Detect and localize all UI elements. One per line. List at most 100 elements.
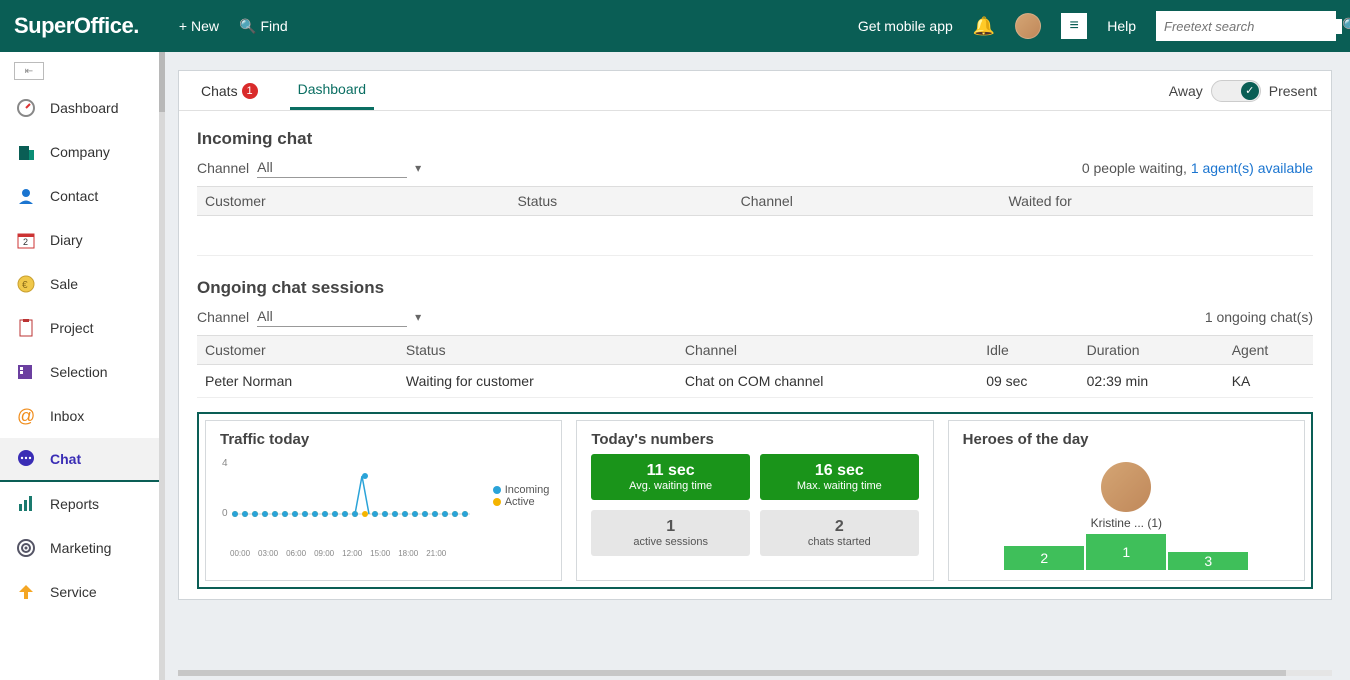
sidebar-item-label: Project (50, 320, 94, 336)
col-duration: Duration (1079, 336, 1224, 365)
cell-channel: Chat on COM channel (677, 365, 978, 398)
sidebar-item-dashboard[interactable]: Dashboard (0, 86, 159, 130)
tab-label: Dashboard (298, 81, 367, 97)
contact-icon (16, 186, 36, 206)
sidebar-item-label: Inbox (50, 408, 84, 424)
sidebar-item-chat[interactable]: Chat (0, 438, 159, 482)
col-channel: Channel (733, 187, 1001, 216)
sidebar: ⇤ Dashboard Company Contact 2 Diary €Sale… (0, 52, 160, 680)
cell-idle: 09 sec (978, 365, 1078, 398)
podium-1: 1 (1086, 534, 1166, 570)
sidebar-item-inbox[interactable]: @ Inbox (0, 394, 159, 438)
x-axis-ticks: 00:0003:0006:0009:0012:0015:0018:0021:00 (230, 549, 547, 558)
col-customer: Customer (197, 336, 398, 365)
col-channel: Channel (677, 336, 978, 365)
cell-duration: 02:39 min (1079, 365, 1224, 398)
reports-icon (16, 494, 36, 514)
sidebar-item-company[interactable]: Company (0, 130, 159, 174)
incoming-table: Customer Status Channel Waited for (197, 186, 1313, 256)
col-idle: Idle (978, 336, 1078, 365)
sidebar-item-label: Service (50, 584, 97, 600)
sale-icon: € (16, 274, 36, 294)
ongoing-table: Customer Status Channel Idle Duration Ag… (197, 335, 1313, 398)
new-button[interactable]: +New (179, 18, 219, 34)
sidebar-item-contact[interactable]: Contact (0, 174, 159, 218)
svg-text:4: 4 (222, 458, 228, 469)
mobile-app-link[interactable]: Get mobile app (858, 18, 953, 34)
company-icon (16, 142, 36, 162)
metric-chats-started: 2chats started (760, 510, 919, 556)
main-content: Chats1 Dashboard Away ✓ Present Incoming… (160, 52, 1350, 680)
col-agent: Agent (1224, 336, 1313, 365)
tab-dashboard[interactable]: Dashboard (290, 71, 375, 110)
sidebar-item-label: Marketing (50, 540, 111, 556)
marketing-icon (16, 538, 36, 558)
sidebar-item-sale[interactable]: €Sale (0, 262, 159, 306)
horizontal-scrollbar[interactable] (178, 670, 1332, 676)
chevron-down-icon[interactable]: ▾ (415, 161, 421, 175)
legend-dot-active (493, 498, 501, 506)
cell-status: Waiting for customer (398, 365, 677, 398)
card-numbers: Today's numbers 11 secAvg. waiting time … (576, 420, 933, 581)
sidebar-item-diary[interactable]: 2 Diary (0, 218, 159, 262)
agents-available-link[interactable]: 1 agent(s) available (1191, 160, 1313, 176)
presence-switch[interactable]: ✓ (1211, 80, 1261, 102)
sidebar-item-marketing[interactable]: Marketing (0, 526, 159, 570)
sidebar-item-service[interactable]: Service (0, 570, 159, 614)
legend-dot-incoming (493, 486, 501, 494)
traffic-chart-svg: 4 0 (220, 454, 480, 544)
chat-panel: Chats1 Dashboard Away ✓ Present Incoming… (178, 70, 1332, 600)
ongoing-count: 1 ongoing chat(s) (1205, 309, 1313, 325)
hero-avatar (1101, 462, 1151, 512)
channel-label: Channel (197, 160, 249, 176)
incoming-stats: 0 people waiting, 1 agent(s) available (1082, 160, 1313, 176)
ongoing-channel-row: Channel All ▾ 1 ongoing chat(s) (197, 306, 1313, 327)
sidebar-item-project[interactable]: Project (0, 306, 159, 350)
table-row[interactable]: Peter Norman Waiting for customer Chat o… (197, 365, 1313, 398)
search-input[interactable] (1164, 19, 1342, 34)
col-waited: Waited for (1000, 187, 1313, 216)
find-button[interactable]: 🔍Find (239, 18, 288, 35)
legend-label: Active (505, 496, 535, 508)
ongoing-title: Ongoing chat sessions (197, 278, 1313, 298)
selection-icon (16, 362, 36, 382)
metric-active-sessions: 1active sessions (591, 510, 750, 556)
incoming-channel-row: Channel All ▾ 0 people waiting, 1 agent(… (197, 157, 1313, 178)
help-link[interactable]: Help (1107, 18, 1136, 34)
svg-text:2: 2 (23, 237, 28, 247)
chevron-down-icon[interactable]: ▾ (415, 310, 421, 324)
legend-label: Incoming (505, 484, 550, 496)
service-icon (16, 582, 36, 602)
col-status: Status (509, 187, 732, 216)
svg-text:0: 0 (222, 508, 228, 519)
topbar: SuperOffice. +New 🔍Find Get mobile app 🔔… (0, 0, 1350, 52)
project-icon (16, 318, 36, 338)
incoming-channel-select[interactable]: All (257, 157, 407, 178)
podium-3: 3 (1168, 552, 1248, 570)
bell-icon[interactable]: 🔔 (973, 16, 995, 37)
user-avatar[interactable] (1015, 13, 1041, 39)
svg-text:@: @ (17, 406, 35, 426)
present-label: Present (1269, 83, 1317, 99)
sidebar-item-label: Diary (50, 232, 83, 248)
traffic-chart: 4 0 Incoming Active 00:00 (220, 454, 547, 554)
sidebar-item-label: Contact (50, 188, 98, 204)
chart-legend: Incoming Active (493, 484, 550, 508)
menu-button[interactable]: ≡ (1061, 13, 1087, 39)
search-box[interactable]: 🔍 (1156, 11, 1336, 41)
check-icon: ✓ (1241, 82, 1259, 100)
app-logo: SuperOffice. (14, 13, 139, 39)
ongoing-channel-select[interactable]: All (257, 306, 407, 327)
incoming-title: Incoming chat (197, 129, 1313, 149)
dashboard-icon (16, 98, 36, 118)
metric-avg-wait: 11 secAvg. waiting time (591, 454, 750, 500)
sidebar-item-reports[interactable]: Reports (0, 482, 159, 526)
search-submit-icon[interactable]: 🔍 (1342, 17, 1350, 35)
tab-chats[interactable]: Chats1 (193, 71, 266, 110)
col-customer: Customer (197, 187, 509, 216)
collapse-sidebar-button[interactable]: ⇤ (14, 62, 44, 80)
card-heroes: Heroes of the day Kristine ... (1) 2 1 3 (948, 420, 1305, 581)
svg-text:€: € (22, 280, 28, 291)
sidebar-item-selection[interactable]: Selection (0, 350, 159, 394)
presence-toggle: Away ✓ Present (1169, 80, 1317, 102)
